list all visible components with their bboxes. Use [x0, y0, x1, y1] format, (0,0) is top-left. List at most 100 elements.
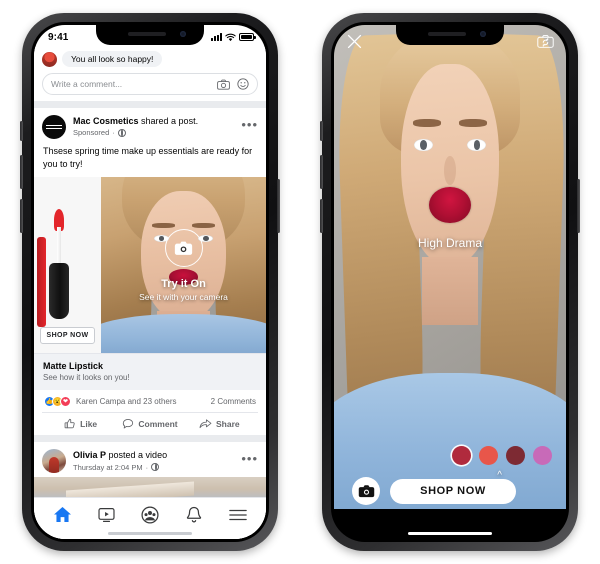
hamburger-menu-icon — [229, 509, 247, 520]
avatar[interactable] — [42, 449, 66, 474]
avatar[interactable] — [42, 115, 66, 139]
wifi-icon — [225, 33, 236, 41]
sidebar-item-watch[interactable] — [89, 503, 123, 527]
post-actions: Like Comment Share — [42, 412, 258, 435]
product-subtitle: See how it looks on you! — [43, 373, 130, 383]
reactions-row: 👍 😮 ❤ Karen Campa and 23 others 2 Commen… — [34, 390, 266, 412]
swatch-high-drama[interactable] — [452, 446, 471, 465]
shade-swatch-list — [452, 446, 552, 465]
post-author-name[interactable]: Mac Cosmetics — [73, 116, 139, 126]
globe-icon — [151, 463, 160, 472]
next-post-author-name[interactable]: Olivia P — [73, 450, 106, 460]
shade-name-label: High Drama — [417, 235, 483, 250]
product-name: Matte Lipstick — [43, 361, 104, 372]
reaction-icons: 👍 😮 ❤ — [44, 396, 71, 408]
mute-switch[interactable] — [20, 121, 23, 141]
ad-card[interactable]: SHOP NOW Try it On See it with your came… — [34, 177, 266, 354]
more-options-icon[interactable]: ••• — [241, 118, 258, 133]
home-indicator — [408, 531, 492, 535]
share-button[interactable]: Share — [185, 418, 254, 430]
close-x-icon[interactable] — [346, 33, 363, 50]
tryon-camera-button[interactable] — [164, 228, 203, 267]
mute-switch[interactable] — [320, 121, 323, 141]
status-time: 9:41 — [48, 31, 69, 43]
video-play-icon — [97, 507, 115, 522]
comment-preview-row: You all look so happy! — [34, 47, 266, 69]
camera-icon — [358, 485, 374, 498]
reaction-names[interactable]: Karen Campa and 23 others — [76, 397, 177, 406]
swatch-coral[interactable] — [479, 446, 498, 465]
next-post-meta: Thursday at 2:04 PM · — [73, 463, 234, 472]
next-post-author-line: Olivia P posted a video — [73, 450, 234, 461]
share-label: Share — [216, 419, 240, 430]
shop-now-button[interactable]: SHOP NOW — [39, 327, 96, 345]
sidebar-item-notifications[interactable] — [177, 503, 211, 527]
reaction-summary[interactable]: 👍 😮 ❤ Karen Campa and 23 others — [44, 396, 177, 408]
comment-button[interactable]: Comment — [115, 418, 184, 430]
volume-up-button[interactable] — [20, 155, 23, 189]
feed-divider-2 — [34, 435, 266, 443]
comment-input-placeholder[interactable]: Write a comment... — [51, 79, 217, 89]
power-button[interactable] — [277, 179, 280, 233]
post-action-text: shared a post. — [138, 116, 199, 127]
battery-icon — [239, 33, 256, 41]
swatch-deep-maroon[interactable] — [506, 446, 525, 465]
sidebar-item-groups[interactable] — [133, 503, 167, 527]
next-post-action-text: posted a video — [106, 450, 168, 461]
right-phone-frame: High Drama ^ SHOP NOW — [320, 13, 580, 551]
sidebar-item-menu[interactable] — [221, 503, 255, 527]
swatch-orchid-pink[interactable] — [533, 446, 552, 465]
home-indicator — [108, 531, 192, 535]
right-phone-bezel: High Drama ^ SHOP NOW — [331, 22, 569, 542]
post-meta: Sponsored · — [73, 128, 234, 137]
volume-down-button[interactable] — [20, 199, 23, 233]
globe-icon — [117, 129, 126, 138]
camera-icon[interactable] — [217, 79, 230, 90]
composer-icons — [217, 78, 249, 90]
like-button[interactable]: Like — [46, 418, 115, 430]
more-options-icon[interactable]: ••• — [241, 452, 258, 467]
comment-bubble-icon — [123, 419, 134, 429]
try-it-on-overlay[interactable]: Try it On See it with your camera — [101, 177, 266, 353]
sidebar-item-home[interactable] — [45, 503, 79, 527]
next-post-timestamp: Thursday at 2:04 PM — [73, 462, 143, 472]
next-post-author-block: Olivia P posted a video Thursday at 2:04… — [73, 450, 234, 472]
left-phone-frame: 9:41 You all look so happy! Write a comm… — [20, 13, 280, 551]
tryon-preview-panel[interactable]: Try it On See it with your camera — [101, 177, 266, 354]
earpiece-speaker — [428, 32, 466, 36]
signal-bars-icon — [211, 33, 222, 41]
shop-now-button[interactable]: SHOP NOW — [390, 478, 516, 504]
flip-camera-icon[interactable] — [537, 34, 554, 49]
status-icons — [211, 33, 256, 42]
notch — [96, 25, 204, 45]
product-caption[interactable]: Matte Lipstick See how it looks on you! — [34, 353, 266, 391]
ar-camera-view: High Drama ^ SHOP NOW — [334, 25, 566, 539]
front-camera-lens-icon — [180, 31, 186, 37]
capture-photo-button[interactable] — [352, 477, 380, 505]
comment-count[interactable]: 2 Comments — [211, 397, 256, 406]
home-icon — [53, 506, 71, 523]
tryon-title: Try it On — [161, 277, 206, 290]
emoji-icon[interactable] — [237, 78, 249, 90]
heart-reaction-icon: ❤ — [60, 396, 71, 408]
comment-text: You all look so happy! — [62, 51, 163, 67]
camera-icon — [174, 241, 193, 255]
bell-icon — [186, 506, 202, 522]
tryon-subtitle: See it with your camera — [139, 291, 228, 302]
news-feed: You all look so happy! Write a comment..… — [34, 47, 266, 539]
comment-label: Comment — [138, 419, 178, 430]
feed-divider — [34, 101, 266, 108]
earpiece-speaker — [128, 32, 166, 36]
front-camera-lens-icon — [480, 31, 486, 37]
sponsored-label: Sponsored — [73, 128, 110, 138]
screenshot-stage: 9:41 You all look so happy! Write a comm… — [0, 0, 600, 564]
power-button[interactable] — [577, 179, 580, 233]
ar-bottom-controls: SHOP NOW — [334, 477, 566, 505]
comment-composer[interactable]: Write a comment... — [42, 73, 258, 95]
volume-up-button[interactable] — [320, 155, 323, 189]
like-label: Like — [80, 419, 98, 430]
share-arrow-icon — [199, 419, 212, 429]
next-post-header: Olivia P posted a video Thursday at 2:04… — [34, 442, 266, 477]
left-phone-bezel: 9:41 You all look so happy! Write a comm… — [31, 22, 269, 542]
volume-down-button[interactable] — [320, 199, 323, 233]
